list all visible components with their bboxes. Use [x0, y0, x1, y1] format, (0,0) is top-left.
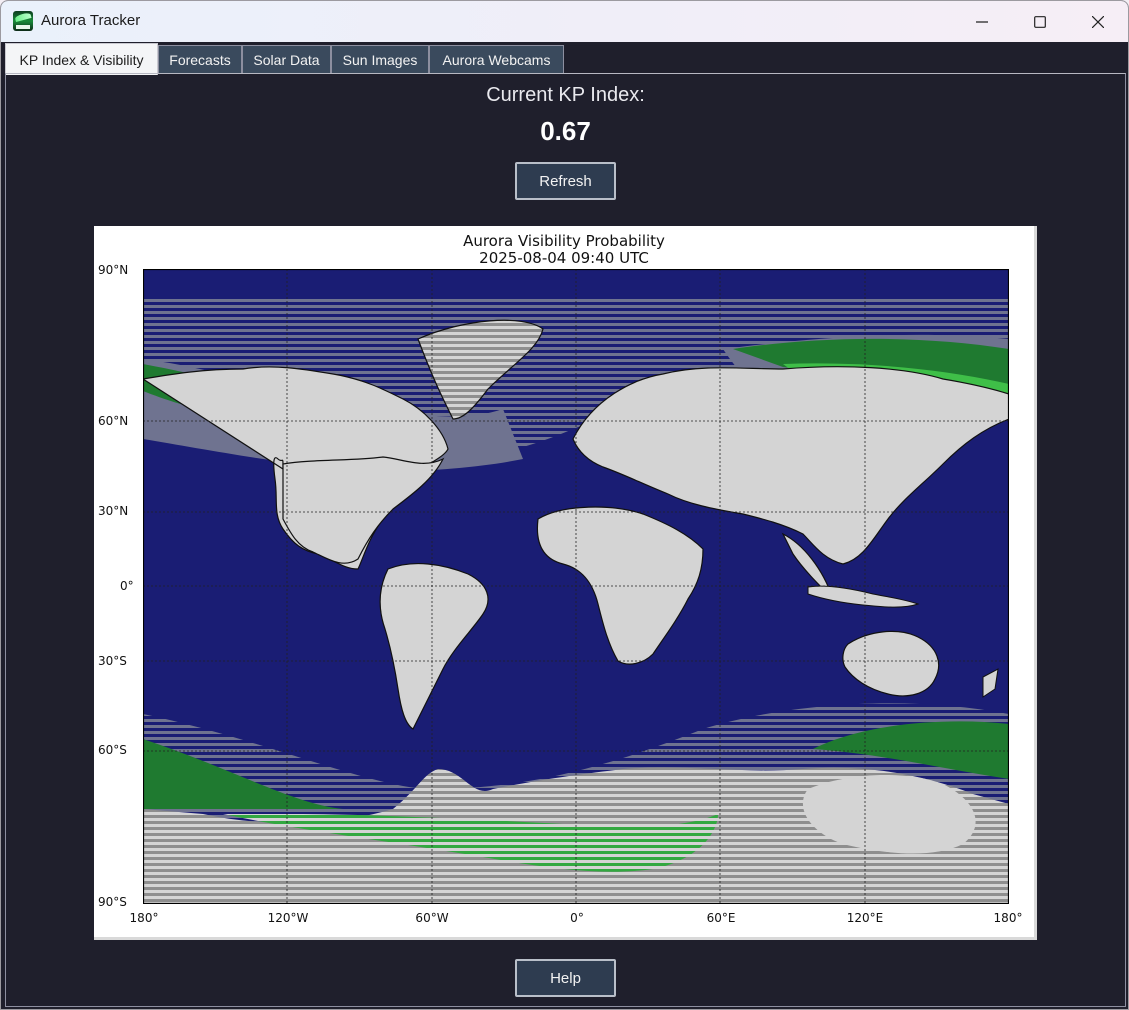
app-window: Aurora Tracker KP Index & Visibility For…	[0, 0, 1129, 1010]
tab-bar: KP Index & Visibility Forecasts Solar Da…	[1, 42, 1128, 75]
y-tick-label: 90°S	[98, 895, 127, 909]
minimize-button[interactable]	[953, 1, 1011, 42]
x-tick-label: 120°E	[846, 911, 884, 925]
tab-sun-images[interactable]: Sun Images	[331, 45, 429, 74]
y-tick-label: 60°N	[98, 414, 129, 428]
close-button[interactable]	[1069, 1, 1127, 42]
world-map	[141, 268, 1010, 905]
aurora-app-icon	[13, 11, 33, 31]
y-tick-label: 30°S	[98, 654, 127, 668]
refresh-button[interactable]: Refresh	[515, 162, 616, 200]
aurora-probability-map	[141, 268, 1010, 905]
x-tick-label: 60°W	[415, 911, 449, 925]
x-tick-label: 180°	[993, 911, 1023, 925]
tab-forecasts[interactable]: Forecasts	[158, 45, 242, 74]
window-title: Aurora Tracker	[41, 12, 141, 29]
close-icon	[1092, 15, 1104, 28]
x-tick-label: 0°	[570, 911, 584, 925]
title-bar[interactable]: Aurora Tracker	[1, 1, 1128, 42]
aurora-map-figure: Aurora Visibility Probability 2025-08-04…	[94, 226, 1037, 940]
kp-index-label: Current KP Index:	[486, 84, 645, 106]
x-tick-label: 120°W	[267, 911, 309, 925]
maximize-icon	[1034, 15, 1046, 28]
y-tick-label: 60°S	[98, 743, 127, 757]
y-tick-label: 90°N	[98, 263, 129, 277]
minimize-icon	[976, 20, 988, 23]
tab-solar-data[interactable]: Solar Data	[242, 45, 331, 74]
map-timestamp: 2025-08-04 09:40 UTC	[479, 249, 649, 267]
kp-index-value: 0.67	[540, 116, 591, 146]
tab-kp-index-visibility[interactable]: KP Index & Visibility	[5, 43, 158, 75]
x-tick-label: 180°	[129, 911, 159, 925]
help-button[interactable]: Help	[515, 959, 616, 997]
tab-aurora-webcams[interactable]: Aurora Webcams	[429, 45, 564, 74]
map-title: Aurora Visibility Probability	[463, 232, 665, 250]
x-tick-label: 60°E	[706, 911, 736, 925]
maximize-button[interactable]	[1011, 1, 1069, 42]
y-tick-label: 30°N	[98, 504, 129, 518]
